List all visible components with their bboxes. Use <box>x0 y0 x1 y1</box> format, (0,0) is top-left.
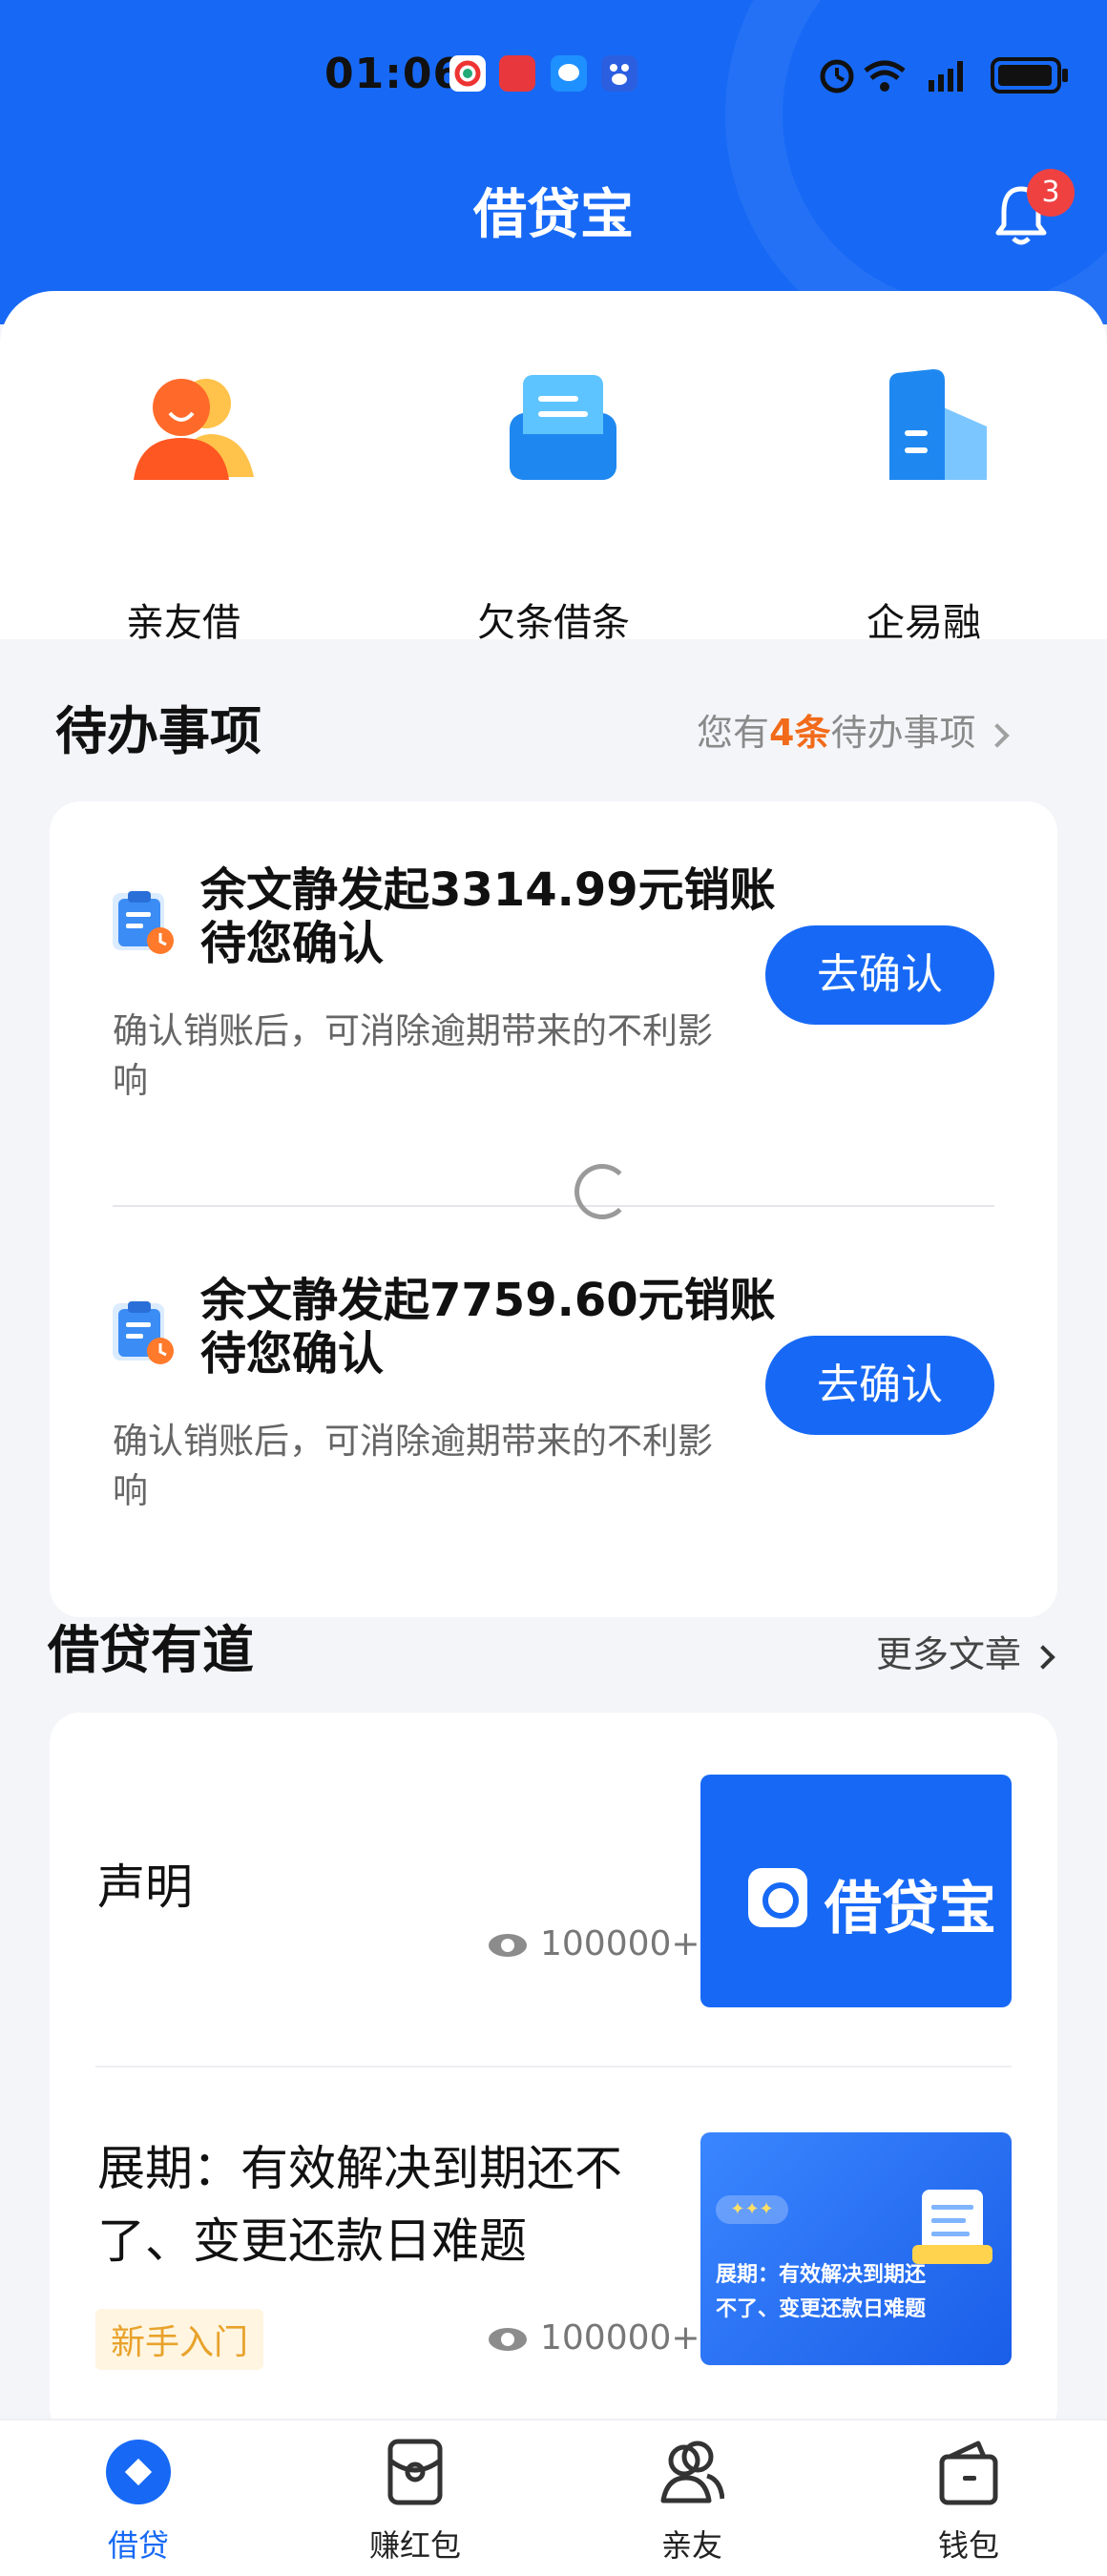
nav-label: 亲友 <box>660 2527 722 2564</box>
notification-badge: 3 <box>1027 169 1075 217</box>
bottom-navigation: 借贷 赚红包 亲友 钱包 <box>0 2419 1107 2576</box>
todo-section-title: 待办事项 <box>55 701 261 761</box>
thumbnail-brand-text: 借贷宝 <box>825 1876 996 1942</box>
article-tag: 新手入门 <box>95 2309 264 2370</box>
diamond-icon <box>106 2440 171 2504</box>
article-title: 展期：有效解决到期还不了、变更还款日难题 <box>97 2141 622 2269</box>
article-views: 100000+ <box>489 2318 700 2358</box>
view-count: 100000+ <box>540 1924 700 1963</box>
nav-item-red-packet[interactable]: 赚红包 <box>320 2438 511 2571</box>
confirm-button[interactable]: 去确认 <box>765 925 994 1025</box>
brand-logo-icon <box>748 1868 807 1927</box>
document-clock-icon <box>113 1301 174 1364</box>
app-title: 借贷宝 <box>473 184 634 246</box>
todo-item: 余文静发起3314.99元销账待您确认 确认销账后，可消除逾期带来的不利影响 去… <box>50 801 1057 1116</box>
baidu-icon <box>601 55 637 92</box>
friends-icon <box>134 379 254 480</box>
calendar-illustration-icon <box>912 2190 992 2264</box>
more-articles-link[interactable]: 更多文章 <box>876 1625 1055 1677</box>
status-bar: 01:06 <box>0 38 1107 114</box>
todo-summary-link[interactable]: 您有4条待办事项 <box>697 703 1011 756</box>
nav-label: 钱包 <box>937 2527 999 2564</box>
status-time: 01:06 <box>324 50 464 98</box>
todo-summary-count: 4条 <box>769 712 831 754</box>
quick-action-enterprise-finance[interactable]: 企易融 <box>781 367 1067 645</box>
building-icon <box>889 369 987 480</box>
divider <box>113 1205 994 1207</box>
iou-icon <box>510 375 616 480</box>
app-notification-icon <box>449 55 486 92</box>
quick-actions-panel: 亲友借 欠条借条 企易融 <box>0 291 1107 645</box>
document-clock-icon <box>113 891 174 954</box>
thumbnail-pill: ✦✦✦ <box>716 2195 788 2224</box>
todo-item: 余文静发起7759.60元销账待您确认 确认销账后，可消除逾期带来的不利影响 去… <box>50 1212 1057 1527</box>
eye-icon <box>489 2328 527 2351</box>
huawei-store-icon <box>499 55 535 92</box>
people-icon <box>660 2441 724 2503</box>
nav-item-wallet[interactable]: 钱包 <box>873 2438 1064 2571</box>
nav-item-loan[interactable]: 借贷 <box>43 2438 234 2571</box>
todo-description: 确认销账后，可消除逾期带来的不利影响 <box>113 1421 713 1511</box>
red-packet-icon <box>387 2439 443 2505</box>
todo-card: 余文静发起3314.99元销账待您确认 确认销账后，可消除逾期带来的不利影响 去… <box>50 801 1057 1617</box>
nav-label: 赚红包 <box>368 2527 461 2564</box>
todo-summary-prefix: 您有 <box>697 712 770 754</box>
article-title: 声明 <box>97 1859 193 1915</box>
quick-action-iou[interactable]: 欠条借条 <box>410 367 697 645</box>
quick-action-label: 亲友借 <box>126 601 240 645</box>
article-thumbnail: ✦✦✦ 展期：有效解决到期还不了、变更还款日难题 <box>700 2132 1012 2365</box>
nav-item-friends[interactable]: 亲友 <box>596 2438 787 2571</box>
chevron-right-icon <box>1031 1644 1055 1670</box>
divider <box>95 2066 1012 2067</box>
todo-title: 余文静发起7759.60元销账待您确认 <box>200 1274 776 1381</box>
quick-action-label: 欠条借条 <box>477 601 630 645</box>
message-icon <box>551 55 587 92</box>
status-indicators-icon <box>820 57 1068 93</box>
wallet-icon <box>939 2441 998 2505</box>
todo-title: 余文静发起3314.99元销账待您确认 <box>200 863 776 970</box>
app-header: 01:06 借贷宝 3 <box>0 0 1107 324</box>
articles-section-title: 借贷有道 <box>48 1620 254 1680</box>
todo-summary-suffix: 待办事项 <box>830 712 976 754</box>
chevron-right-icon <box>985 722 1011 748</box>
quick-action-label: 企易融 <box>867 601 981 645</box>
nav-label: 借贷 <box>107 2527 169 2564</box>
quick-action-friends-loan[interactable]: 亲友借 <box>40 367 326 645</box>
view-count: 100000+ <box>540 2318 700 2358</box>
article-list: 声明 100000+ 借贷宝 展期：有效解决到期还不了、变更还款日难题 新手入门… <box>50 1713 1057 2438</box>
eye-icon <box>489 1934 527 1957</box>
confirm-button[interactable]: 去确认 <box>765 1336 994 1435</box>
article-thumbnail: 借贷宝 <box>700 1775 1012 2007</box>
todo-description: 确认销账后，可消除逾期带来的不利影响 <box>113 1010 713 1101</box>
more-articles-label: 更多文章 <box>876 1633 1022 1675</box>
article-views: 100000+ <box>489 1924 700 1963</box>
